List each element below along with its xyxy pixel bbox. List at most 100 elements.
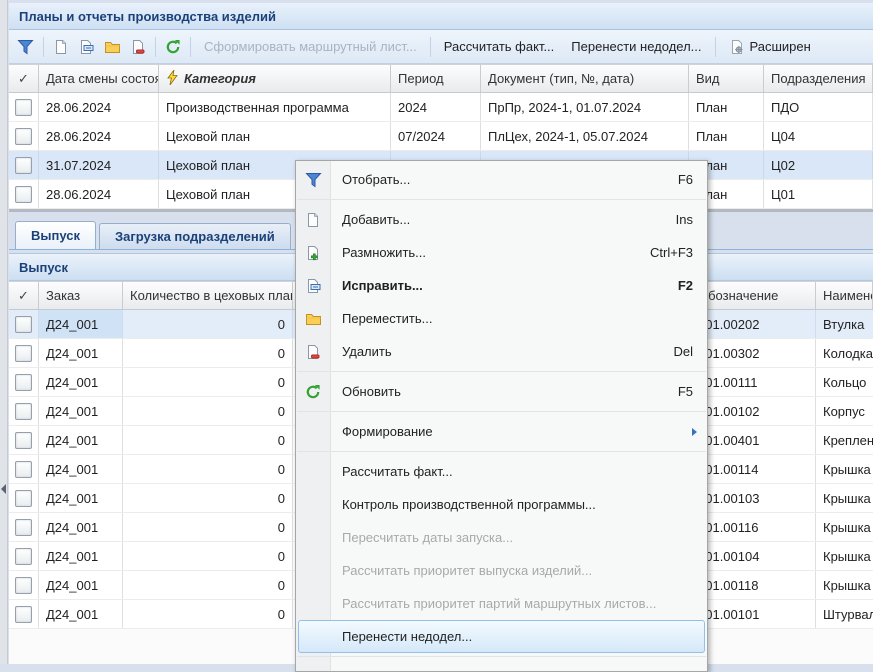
col-order-header[interactable]: Заказ — [39, 282, 123, 309]
col-category-header[interactable]: Категория — [159, 65, 391, 92]
checkbox-icon — [15, 403, 32, 420]
col-name-header[interactable]: Наименование — [816, 282, 873, 309]
row-checkbox[interactable] — [9, 397, 39, 425]
col-document-header[interactable]: Документ (тип, №, дата) — [481, 65, 689, 92]
cell-name: Крышка — [816, 571, 873, 599]
select-all-header[interactable]: ✓ — [9, 65, 39, 92]
refresh-button[interactable] — [165, 39, 181, 55]
col-qty-header[interactable]: Количество в цеховых планах — [123, 282, 293, 309]
cell-code: 001.00103 — [691, 484, 816, 512]
col-departments-header[interactable]: Подразделения — [764, 65, 873, 92]
cell-order: Д24_001 — [39, 310, 123, 338]
lightning-icon — [166, 70, 179, 88]
row-checkbox[interactable] — [9, 600, 39, 628]
select-all-header[interactable]: ✓ — [9, 282, 39, 309]
cell-name: Крепление — [816, 426, 873, 454]
col-date-header[interactable]: Дата смены состояния — [39, 65, 159, 92]
extended-button[interactable]: Расширен — [725, 39, 815, 55]
row-checkbox[interactable] — [9, 180, 39, 208]
row-checkbox[interactable] — [9, 151, 39, 179]
cell-department: Ц02 — [764, 151, 873, 179]
menu-item-label: Рассчитать приоритет выпуска изделий... — [342, 563, 592, 578]
table-row[interactable]: 28.06.2024 Производственная программа 20… — [9, 93, 873, 122]
menu-item-peremestit[interactable]: Переместить... — [296, 302, 707, 335]
menu-item-shortcut: Ins — [676, 212, 693, 227]
calc-fact-button[interactable]: Рассчитать факт... — [440, 39, 559, 54]
filter-button[interactable] — [17, 39, 34, 55]
menu-item-prioritet-izdelij[interactable]: Рассчитать приоритет выпуска изделий... — [296, 554, 707, 587]
menu-item-ispravit[interactable]: Исправить... F2 — [296, 269, 707, 302]
cell-name: Крышка — [816, 542, 873, 570]
tab-zagruzka-podrazdelenij[interactable]: Загрузка подразделений — [99, 223, 291, 249]
cell-order: Д24_001 — [39, 339, 123, 367]
menu-item-dobavit[interactable]: Добавить... Ins — [296, 203, 707, 236]
menu-item-rasschitat-fakt[interactable]: Рассчитать факт... — [296, 455, 707, 488]
menu-item-perenesti-nedodel[interactable]: Перенести недодел... — [298, 620, 705, 653]
checkbox-icon — [15, 374, 32, 391]
checkbox-icon — [15, 461, 32, 478]
cell-date: 28.06.2024 — [39, 93, 159, 121]
move-shortfall-button[interactable]: Перенести недодел... — [567, 39, 705, 54]
cell-category: Цеховой план — [159, 122, 391, 150]
menu-item-label: Формирование — [342, 424, 433, 439]
row-checkbox[interactable] — [9, 122, 39, 150]
menu-item-obnovit[interactable]: Обновить F5 — [296, 375, 707, 408]
menu-separator — [297, 199, 706, 200]
delete-document-button[interactable] — [130, 39, 146, 55]
row-checkbox[interactable] — [9, 542, 39, 570]
cell-order: Д24_001 — [39, 571, 123, 599]
table-row[interactable]: 28.06.2024 Цеховой план 07/2024 ПлЦех, 2… — [9, 122, 873, 151]
left-splitter[interactable] — [0, 0, 8, 664]
cell-qty: 0 — [123, 368, 293, 396]
filter-icon — [296, 172, 330, 188]
cell-date: 31.07.2024 — [39, 151, 159, 179]
section-title: Выпуск — [19, 260, 68, 275]
cell-order: Д24_001 — [39, 513, 123, 541]
cell-date: 28.06.2024 — [39, 122, 159, 150]
cell-code: 001.00111 — [691, 368, 816, 396]
menu-item-prioritet-partij[interactable]: Рассчитать приоритет партий маршрутных л… — [296, 587, 707, 620]
menu-item-otobrat[interactable]: Отобрать... F6 — [296, 163, 707, 196]
cell-qty: 0 — [123, 484, 293, 512]
row-checkbox[interactable] — [9, 339, 39, 367]
row-checkbox[interactable] — [9, 368, 39, 396]
col-kind-header[interactable]: Вид — [689, 65, 764, 92]
cell-order: Д24_001 — [39, 368, 123, 396]
toolbar-separator — [715, 37, 716, 57]
menu-item-razmnozhit[interactable]: Размножить... Ctrl+F3 — [296, 236, 707, 269]
row-checkbox[interactable] — [9, 513, 39, 541]
col-category-label: Категория — [184, 71, 256, 86]
menu-item-kontrol-programmy[interactable]: Контроль производственной программы... — [296, 488, 707, 521]
refresh-icon — [296, 384, 330, 400]
tab-vypusk[interactable]: Выпуск — [15, 221, 96, 249]
collapse-left-icon[interactable] — [1, 484, 6, 494]
checkbox-icon — [15, 577, 32, 594]
cell-order: Д24_001 — [39, 542, 123, 570]
form-route-list-button[interactable]: Сформировать маршрутный лист... — [200, 39, 421, 54]
menu-item-formirovanie[interactable]: Формирование — [296, 415, 707, 448]
menu-item-pereschitat-daty[interactable]: Пересчитать даты запуска... — [296, 521, 707, 554]
row-checkbox[interactable] — [9, 571, 39, 599]
checkbox-icon — [15, 519, 32, 536]
row-checkbox[interactable] — [9, 93, 39, 121]
menu-item-label: Пересчитать даты запуска... — [342, 530, 513, 545]
cell-name: Втулка — [816, 310, 873, 338]
edit-document-button[interactable] — [78, 39, 95, 55]
cell-kind: План — [689, 122, 764, 150]
checkbox-icon — [15, 432, 32, 449]
col-code-header[interactable]: Обозначение — [691, 282, 816, 309]
checkbox-icon — [15, 99, 32, 116]
menu-item-shortcut: F5 — [678, 384, 693, 399]
row-checkbox[interactable] — [9, 484, 39, 512]
cell-qty: 0 — [123, 426, 293, 454]
menu-separator — [297, 656, 706, 657]
menu-item-label: Удалить — [342, 344, 392, 359]
menu-item-udalit[interactable]: Удалить Del — [296, 335, 707, 368]
add-document-button[interactable] — [53, 39, 69, 55]
row-checkbox[interactable] — [9, 310, 39, 338]
col-period-header[interactable]: Период — [391, 65, 481, 92]
row-checkbox[interactable] — [9, 455, 39, 483]
cell-code: 001.00116 — [691, 513, 816, 541]
row-checkbox[interactable] — [9, 426, 39, 454]
open-folder-button[interactable] — [104, 39, 121, 55]
